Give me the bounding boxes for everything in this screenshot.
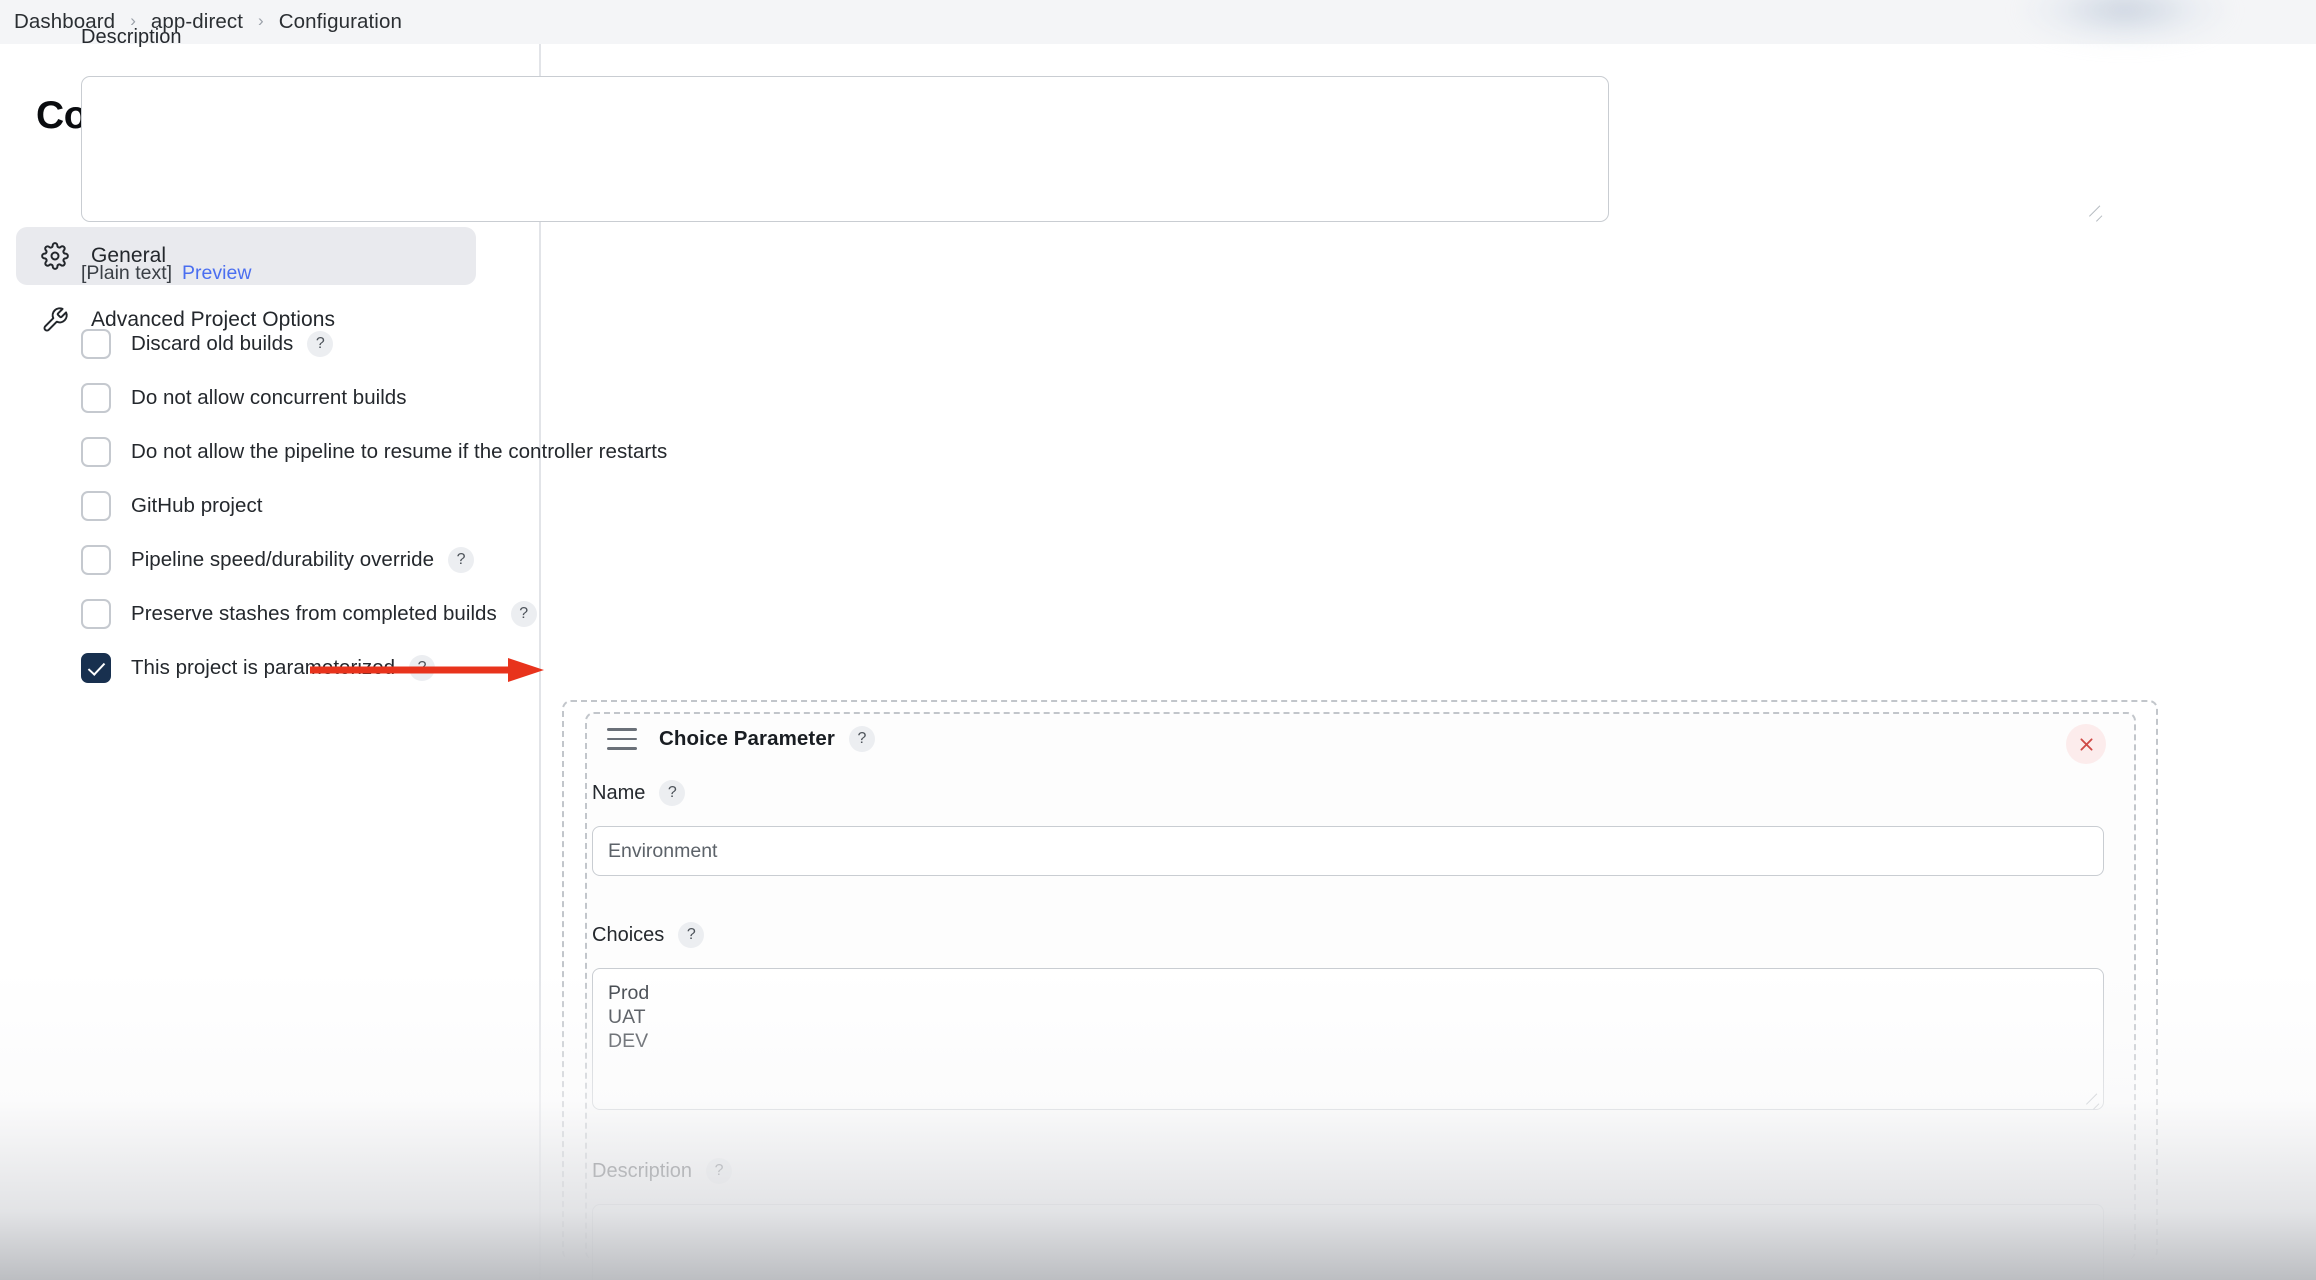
help-icon[interactable]: ? [510, 601, 537, 627]
description-textarea[interactable] [81, 76, 1609, 222]
parameter-name-label: Name [592, 781, 646, 804]
description-resize-handle[interactable] [2090, 206, 2104, 220]
configure-page: Dashboard › app-direct › Configuration C… [0, 0, 2316, 1280]
help-icon[interactable]: ? [307, 331, 334, 357]
parameter-choices-label: Choices [592, 923, 665, 946]
checkbox-row-no-resume-on-restart[interactable]: Do not allow the pipeline to resume if t… [81, 434, 1681, 470]
checkbox-label: Preserve stashes from completed builds [131, 602, 497, 625]
checkbox-speed-durability-override[interactable] [81, 545, 111, 575]
breadcrumb-configuration[interactable]: Configuration [279, 10, 402, 34]
parameter-card-header: Choice Parameter ? [607, 726, 875, 752]
checkbox-label: Do not allow concurrent builds [131, 386, 407, 409]
help-icon[interactable]: ? [448, 547, 475, 573]
checkbox-row-preserve-stashes[interactable]: Preserve stashes from completed builds ? [81, 596, 1681, 632]
gear-icon [40, 241, 70, 271]
checkbox-row-github-project[interactable]: GitHub project [81, 488, 1681, 524]
help-icon[interactable]: ? [409, 655, 436, 681]
checkbox-label: Discard old builds [131, 332, 294, 355]
help-icon[interactable]: ? [659, 780, 686, 806]
parameter-description-label: Description [592, 1159, 693, 1182]
drag-handle-icon[interactable] [607, 728, 637, 750]
checkbox-discard-old-builds[interactable] [81, 329, 111, 359]
parameter-description-textarea[interactable] [592, 1204, 2104, 1280]
remove-parameter-button[interactable] [2066, 724, 2106, 764]
breadcrumb-separator-icon: › [258, 11, 264, 30]
wrench-icon [40, 305, 70, 335]
checkbox-github-project[interactable] [81, 491, 111, 521]
description-label: Description [81, 26, 182, 48]
checkbox-label: Do not allow the pipeline to resume if t… [131, 440, 668, 463]
checkbox-preserve-stashes[interactable] [81, 599, 111, 629]
topbar-blur-artifact [2020, 0, 2230, 46]
checkbox-row-speed-durability-override[interactable]: Pipeline speed/durability override ? [81, 542, 1681, 578]
parameter-name-input[interactable] [592, 826, 2104, 876]
parameter-description-label-row: Description ? [592, 1158, 733, 1184]
markup-type-label: [Plain text] [81, 262, 173, 284]
checkbox-row-discard-old-builds[interactable]: Discard old builds ? [81, 326, 1681, 362]
checkbox-label: GitHub project [131, 494, 263, 517]
parameter-choices-label-row: Choices ? [592, 922, 705, 948]
parameter-choices-textarea[interactable] [592, 968, 2104, 1110]
parameter-type-title: Choice Parameter [659, 727, 835, 750]
checkbox-label: Pipeline speed/durability override [131, 548, 435, 571]
parameter-name-label-row: Name ? [592, 780, 686, 806]
checkbox-row-no-concurrent-builds[interactable]: Do not allow concurrent builds [81, 380, 1681, 416]
project-options-checkbox-list: Discard old builds ? Do not allow concur… [81, 326, 1681, 704]
description-markup-row: [Plain text] Preview [81, 262, 251, 285]
checkbox-no-resume-on-restart[interactable] [81, 437, 111, 467]
checkbox-no-concurrent-builds[interactable] [81, 383, 111, 413]
description-preview-link[interactable]: Preview [182, 262, 251, 285]
checkbox-row-this-project-is-parameterized[interactable]: This project is parameterized ? [81, 650, 1681, 686]
help-icon[interactable]: ? [848, 726, 875, 752]
help-icon[interactable]: ? [678, 922, 705, 948]
checkbox-label: This project is parameterized [131, 656, 396, 679]
help-icon[interactable]: ? [706, 1158, 733, 1184]
checkbox-this-project-is-parameterized[interactable] [81, 653, 111, 683]
breadcrumb-bar: Dashboard › app-direct › Configuration [0, 0, 2316, 46]
